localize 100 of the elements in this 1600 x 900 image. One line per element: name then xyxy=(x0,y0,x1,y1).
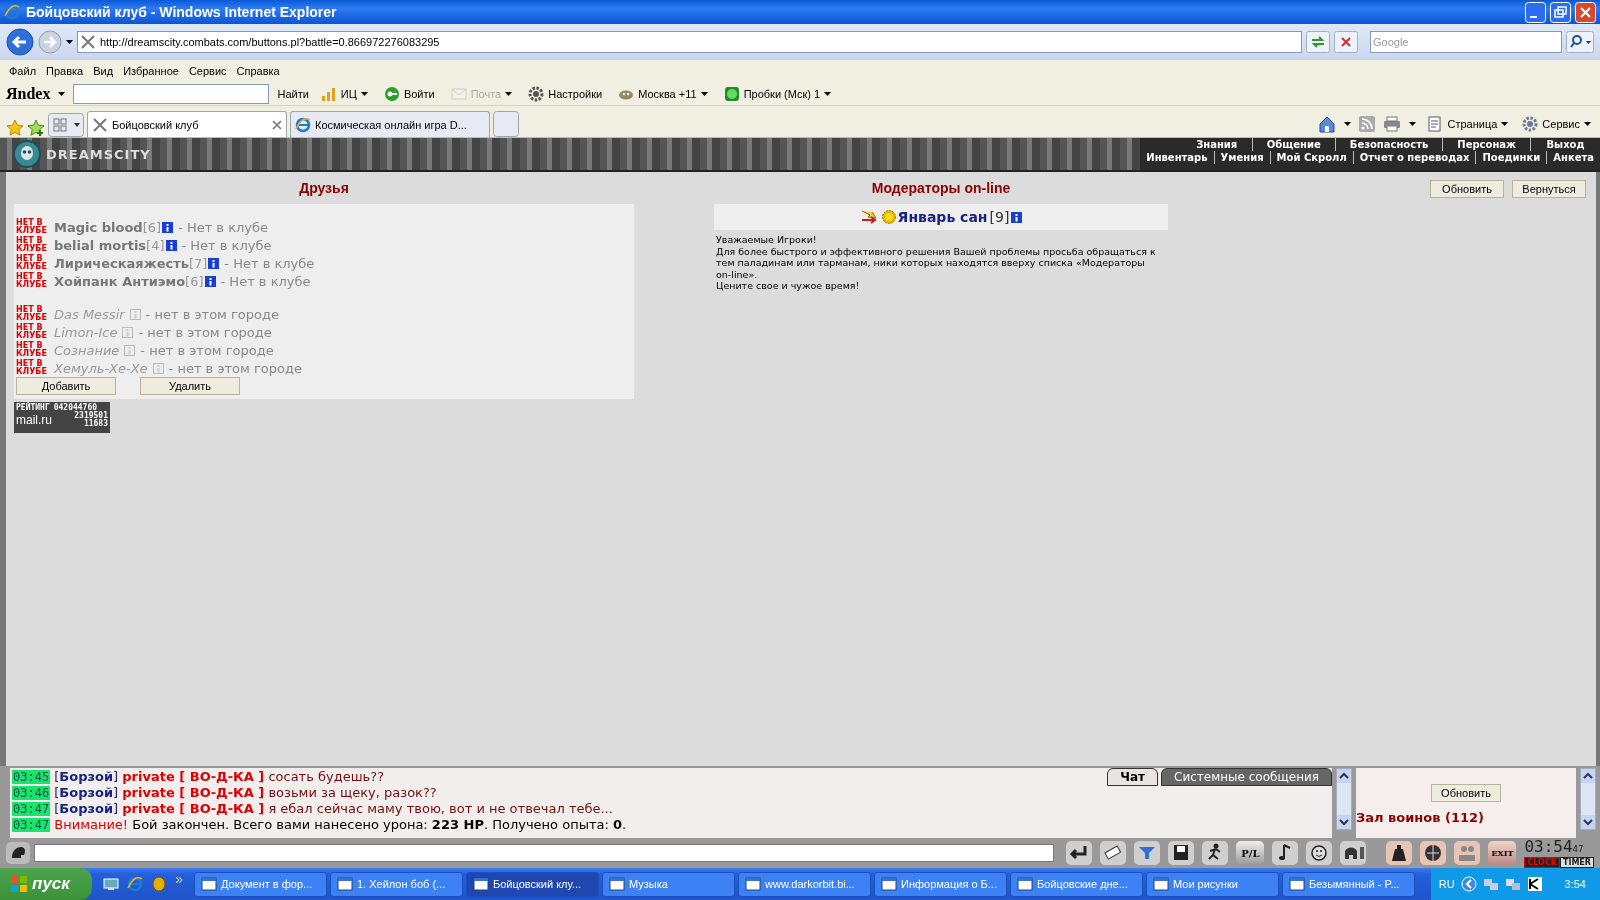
running-figure-icon[interactable] xyxy=(1202,841,1229,865)
info-icon[interactable] xyxy=(165,239,177,251)
taskbar-button[interactable]: 1. Хейлон боб (... xyxy=(330,871,463,897)
nav-link[interactable]: Знания xyxy=(1181,138,1252,151)
scrollbar[interactable] xyxy=(1580,768,1596,830)
menu-item[interactable]: Справка xyxy=(232,65,284,77)
nav-link[interactable]: Персонаж xyxy=(1442,138,1530,151)
search-icon[interactable] xyxy=(1566,31,1594,53)
restore-icon[interactable] xyxy=(1550,1,1571,23)
exit-button[interactable]: EXIT xyxy=(1488,841,1517,865)
chevron-icon[interactable] xyxy=(175,876,183,884)
key-icon[interactable] xyxy=(383,85,400,102)
action-button[interactable]: Вернуться xyxy=(1512,180,1586,198)
taskbar-button[interactable]: Документ в фор... xyxy=(194,871,327,897)
player-link[interactable]: Лирическаяжесть xyxy=(54,255,189,271)
action-button[interactable]: Удалить xyxy=(140,377,240,395)
clock-button[interactable]: CLOCK xyxy=(1524,856,1560,868)
nav-link[interactable]: Общение xyxy=(1251,138,1335,151)
private-message-icon[interactable] xyxy=(859,209,880,225)
rating-counter[interactable]: РЕЙТИНГ 042044760 mail.ru 2319501 11683 xyxy=(14,402,110,433)
minimize-icon[interactable] xyxy=(1525,1,1546,23)
enter-icon[interactable] xyxy=(1066,841,1093,865)
nav-link[interactable]: Анкета xyxy=(1546,151,1600,164)
chat-input[interactable] xyxy=(34,844,1055,862)
nav-link[interactable]: Безопасность xyxy=(1334,138,1443,151)
eraser-icon[interactable] xyxy=(1100,841,1127,865)
dropdown-icon[interactable] xyxy=(505,91,513,96)
scrollbar[interactable] xyxy=(1336,768,1352,830)
toolbar-button[interactable]: ИЦ xyxy=(340,87,357,100)
nav-link[interactable]: Инвентарь xyxy=(1140,151,1214,164)
menu-item[interactable]: Сервис xyxy=(184,65,231,77)
browser-tab[interactable]: Бойцовский клуб xyxy=(87,111,287,137)
action-button[interactable]: Обновить xyxy=(1430,180,1504,198)
toolbar-button[interactable]: Войти xyxy=(403,87,435,100)
gear-icon[interactable] xyxy=(1522,116,1539,132)
traffic-icon[interactable] xyxy=(723,85,740,102)
menu-item[interactable]: Вид xyxy=(89,65,118,77)
menu-item[interactable]: Правка xyxy=(42,65,88,77)
taskbar-button[interactable]: Бойцовский клу... xyxy=(466,871,599,897)
dropdown-icon[interactable] xyxy=(1409,122,1417,126)
nav-link[interactable]: Отчет о переводах xyxy=(1352,151,1476,164)
search-field[interactable]: Google xyxy=(1370,31,1562,53)
floppy-icon[interactable] xyxy=(1168,841,1195,865)
taskbar-button[interactable]: Бойцовские дне... xyxy=(1010,871,1143,897)
yandex-logo[interactable]: Яndex xyxy=(6,84,51,103)
dropdown-icon[interactable] xyxy=(824,91,832,96)
refresh-icon[interactable] xyxy=(1306,31,1330,53)
page-icon[interactable] xyxy=(1427,116,1444,132)
command-button[interactable]: Страница xyxy=(1447,118,1498,130)
info-icon[interactable] xyxy=(1011,211,1023,223)
toolbar-button[interactable]: Пробки (Мск) 1 xyxy=(743,87,821,100)
player-link[interactable]: Хойпанк Антиэмо xyxy=(54,273,186,289)
info-icon[interactable] xyxy=(162,221,174,233)
close-icon[interactable] xyxy=(272,119,282,130)
player-link[interactable]: Magic blood xyxy=(54,219,143,235)
chat-tab[interactable]: Чат xyxy=(1107,768,1159,786)
music-icon[interactable] xyxy=(1272,841,1299,865)
taskbar-button[interactable]: Информация о Б... xyxy=(874,871,1007,897)
menu-item[interactable]: Избранное xyxy=(119,65,183,77)
nav-link[interactable]: Поединки xyxy=(1475,151,1547,164)
tray-app-icon[interactable] xyxy=(1526,876,1543,892)
favorites-star-icon[interactable] xyxy=(6,119,24,137)
command-button[interactable]: Сервис xyxy=(1542,118,1580,130)
nav-link[interactable]: Выход xyxy=(1530,138,1600,151)
dropdown-icon[interactable] xyxy=(1501,122,1509,126)
back-icon[interactable] xyxy=(6,28,34,56)
dropdown-icon[interactable] xyxy=(1344,122,1352,126)
smiley-icon[interactable] xyxy=(1306,841,1333,865)
desktop-icon[interactable] xyxy=(103,876,119,892)
info-icon[interactable] xyxy=(204,275,216,287)
player-link[interactable]: belial mortis xyxy=(54,237,147,253)
address-field[interactable]: http://dreamscity.combats.com/buttons.pl?battle=0.866972276083295 xyxy=(77,31,1302,53)
chat-tab[interactable]: Системные сообщения xyxy=(1161,768,1332,786)
menu-item[interactable]: Файл xyxy=(5,65,41,77)
dropdown-icon[interactable] xyxy=(700,91,708,96)
taskbar-button[interactable]: Музыка xyxy=(602,871,735,897)
toolbar-button[interactable]: Москва +11 xyxy=(638,87,697,100)
timer-button[interactable]: TIMER xyxy=(1559,856,1594,868)
nav-link[interactable]: Мой Скролл xyxy=(1269,151,1353,164)
dropdown-icon[interactable] xyxy=(1584,122,1591,126)
gear-icon[interactable] xyxy=(528,85,545,102)
search-field[interactable] xyxy=(73,83,270,104)
toolbar-button[interactable]: Настройки xyxy=(548,87,603,100)
dropdown-icon[interactable] xyxy=(66,40,73,44)
home-icon[interactable] xyxy=(1318,115,1337,133)
browser-icon[interactable] xyxy=(127,876,143,892)
info-icon[interactable] xyxy=(208,257,220,269)
refresh-button[interactable]: Обновить xyxy=(1431,784,1501,802)
browser-tab[interactable]: Космическая онлайн игра D... xyxy=(290,111,490,137)
taskbar-button[interactable]: www.darkorbit.bi... xyxy=(738,871,871,897)
chevron-icon[interactable] xyxy=(1460,876,1477,892)
printer-icon[interactable] xyxy=(1383,116,1402,132)
add-favorite-icon[interactable] xyxy=(27,119,45,137)
action-button[interactable]: Добавить xyxy=(16,377,116,395)
filter-icon[interactable] xyxy=(1134,841,1161,865)
player-link[interactable]: Январь сан xyxy=(897,209,988,225)
dropdown-icon[interactable] xyxy=(58,91,66,96)
stop-icon[interactable] xyxy=(1334,31,1358,53)
translit-button[interactable]: P/L xyxy=(1236,841,1265,865)
search-button[interactable]: Найти xyxy=(277,87,309,100)
